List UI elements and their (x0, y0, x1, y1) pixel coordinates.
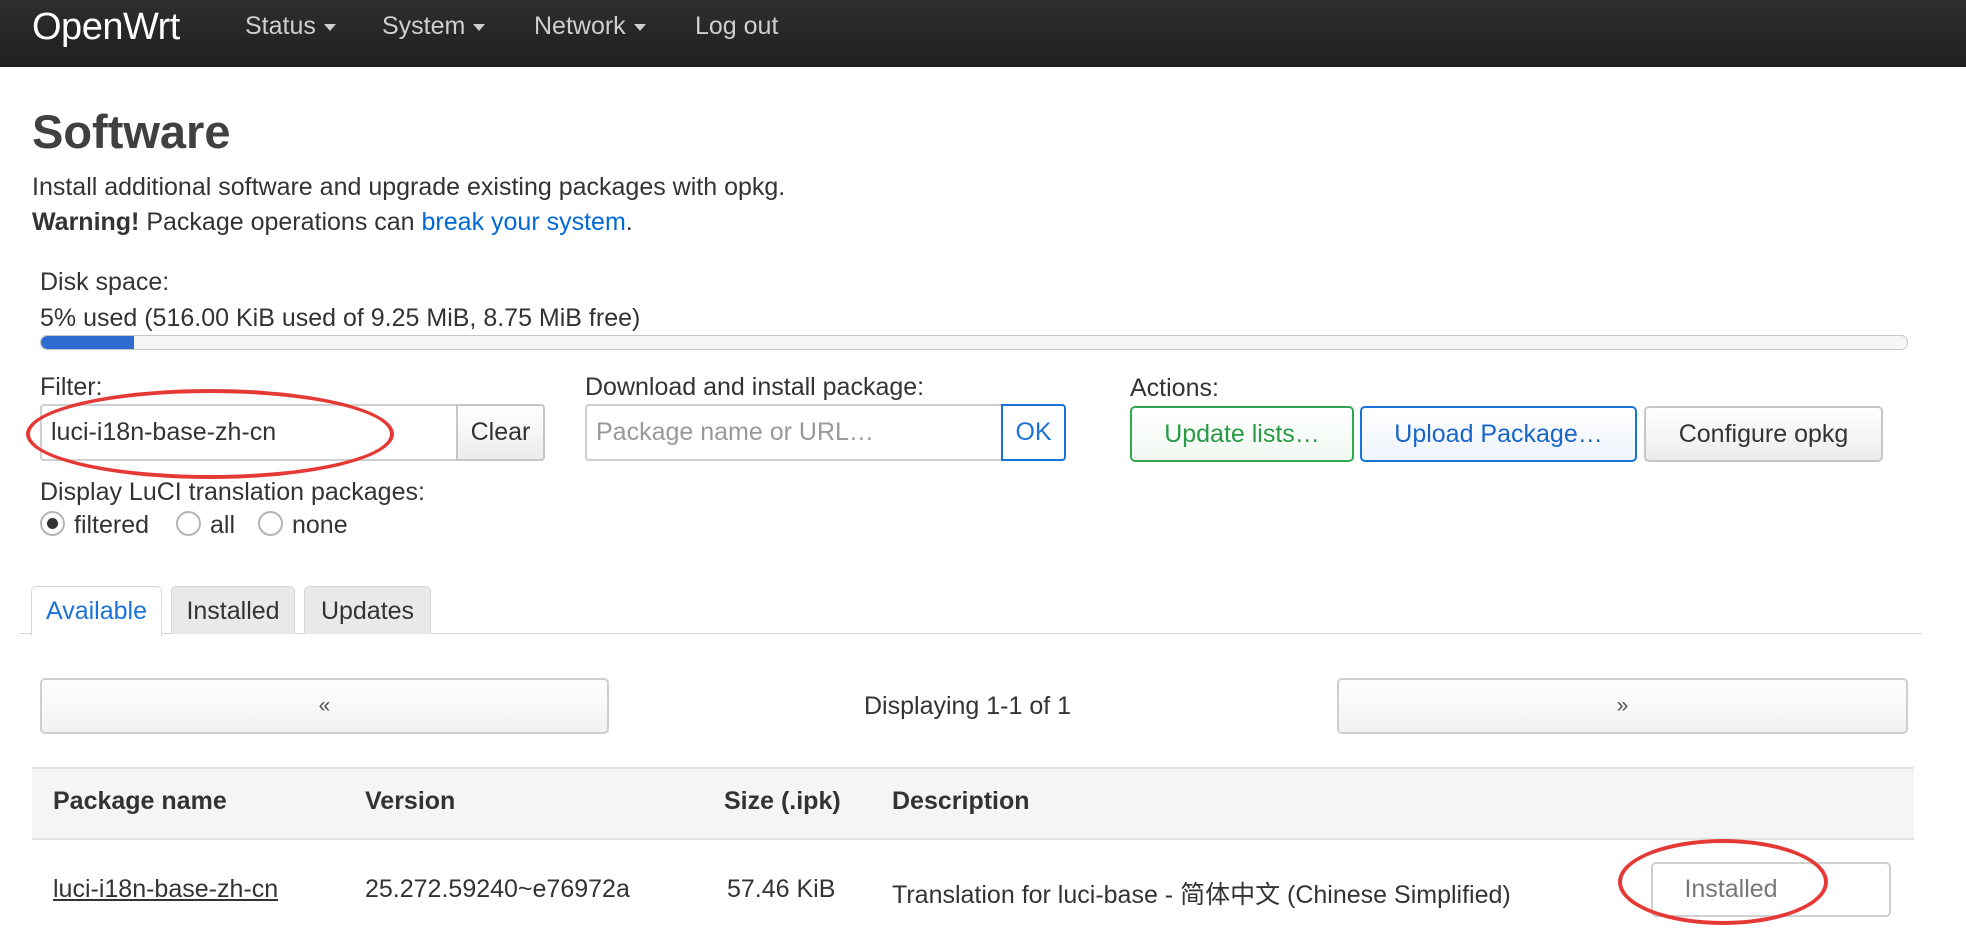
pager-next-button[interactable]: » (1337, 678, 1908, 734)
radio-filtered[interactable] (40, 511, 65, 536)
warning-period: . (625, 208, 633, 236)
page-description: Install additional software and upgrade … (32, 173, 786, 201)
nav-system-label: System (382, 12, 466, 40)
col-header-size: Size (.ipk) (724, 787, 841, 815)
installed-status-button: Installed (1651, 862, 1891, 917)
configure-opkg-button[interactable]: Configure opkg (1644, 406, 1883, 462)
package-name-link[interactable]: luci-i18n-base-zh-cn (53, 875, 278, 903)
radio-all[interactable] (176, 511, 201, 536)
tab-available[interactable]: Available (31, 586, 162, 636)
table-row-package-name[interactable]: luci-i18n-base-zh-cn (53, 875, 278, 904)
top-navbar: OpenWrt Status System Network Log out (0, 0, 1966, 67)
download-label: Download and install package: (585, 373, 925, 401)
filter-label: Filter: (40, 373, 103, 401)
disk-space-label: Disk space: (40, 268, 170, 296)
chevron-down-icon (323, 23, 336, 31)
translation-display-label: Display LuCI translation packages: (40, 478, 425, 506)
col-header-package-name: Package name (53, 787, 227, 815)
update-lists-button[interactable]: Update lists… (1130, 406, 1354, 462)
radio-none-label[interactable]: none (292, 511, 348, 540)
page-title: Software (32, 105, 231, 158)
disk-usage-fill (41, 336, 135, 349)
break-your-system-link[interactable]: break your system (422, 208, 626, 236)
col-header-description: Description (892, 787, 1030, 815)
table-row-description: Translation for luci-base - 简体中文 (Chines… (892, 881, 1511, 909)
table-row-version: 25.272.59240~e76972a (365, 875, 630, 903)
actions-label: Actions: (1130, 374, 1219, 402)
disk-usage-bar (40, 335, 1908, 350)
brand-logo[interactable]: OpenWrt (32, 6, 180, 49)
pager-prev-button[interactable]: « (40, 678, 609, 734)
nav-system-menu[interactable]: System (382, 12, 486, 41)
radio-filtered-label[interactable]: filtered (74, 511, 149, 540)
filter-input[interactable]: luci-i18n-base-zh-cn (40, 404, 458, 461)
download-ok-button[interactable]: OK (1001, 404, 1066, 461)
chevron-down-icon (473, 23, 486, 31)
installed-status-label: Installed (1684, 875, 1778, 903)
disk-usage-text: 5% used (516.00 KiB used of 9.25 MiB, 8.… (40, 304, 641, 332)
table-row-size: 57.46 KiB (727, 875, 836, 903)
nav-logout-link[interactable]: Log out (695, 12, 778, 41)
upload-package-button[interactable]: Upload Package… (1360, 406, 1637, 462)
nav-status-menu[interactable]: Status (245, 12, 336, 41)
package-url-input[interactable]: Package name or URL… (585, 404, 1003, 461)
warning-body: Package operations can (139, 208, 422, 236)
chevron-down-icon (633, 23, 646, 31)
nav-network-menu[interactable]: Network (534, 12, 646, 41)
pager-status: Displaying 1-1 of 1 (864, 692, 1072, 720)
filter-clear-button[interactable]: Clear (456, 404, 545, 461)
tab-updates[interactable]: Updates (304, 586, 431, 634)
col-header-version: Version (365, 787, 456, 815)
tab-installed[interactable]: Installed (171, 586, 295, 634)
radio-none[interactable] (258, 511, 283, 536)
warning-label: Warning! (32, 208, 140, 236)
nav-status-label: Status (245, 12, 316, 40)
nav-network-label: Network (534, 12, 626, 40)
radio-all-label[interactable]: all (210, 511, 235, 540)
warning-text: Warning! Package operations can break yo… (32, 208, 633, 237)
